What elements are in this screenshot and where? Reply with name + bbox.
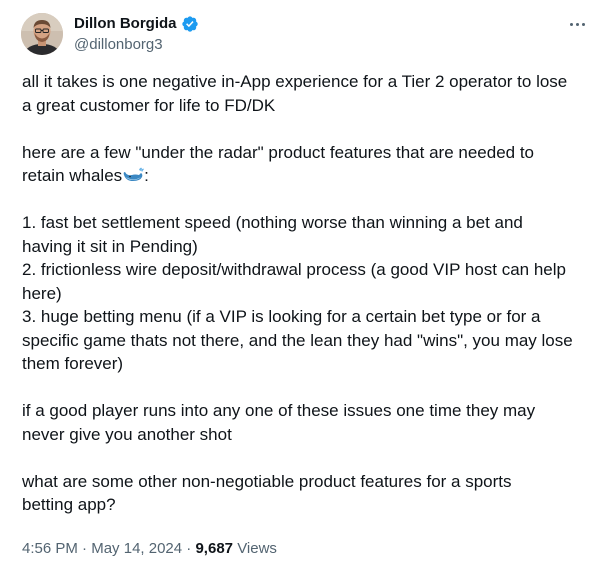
tweet-paragraph: 1. fast bet settlement speed (nothing wo… [22,213,573,373]
tweet-paragraph: all it takes is one negative in-App expe… [22,72,568,115]
whale-emoji [123,166,145,184]
tweet-time[interactable]: 4:56 PM [22,540,78,557]
verified-badge-icon[interactable] [181,15,199,33]
tweet-paragraph: if a good player runs into any one of th… [22,401,536,444]
tweet-meta: 4:56 PM · May 14, 2024 · 9,687 Views [22,539,277,559]
tweet-text: all it takes is one negative in-App expe… [22,70,594,517]
author-name-row: Dillon Borgida [74,14,199,34]
author-display-name[interactable]: Dillon Borgida [74,14,177,34]
views-count: 9,687 [195,540,234,557]
more-options-button[interactable] [562,12,592,36]
author-handle[interactable]: @dillonborg3 [74,35,163,55]
tweet-date[interactable]: May 14, 2024 [91,540,182,557]
meta-separator: · [82,540,88,557]
meta-separator: · [186,540,192,557]
tweet-paragraph: here are a few "under the radar" product… [22,142,535,186]
views-label: Views [237,540,277,557]
more-options-icon [569,22,573,26]
tweet-paragraph: what are some other non-negotiable produ… [22,471,512,515]
tweet-card: Dillon Borgida @dillonborg3 all it takes… [0,0,610,566]
avatar[interactable] [21,13,63,55]
